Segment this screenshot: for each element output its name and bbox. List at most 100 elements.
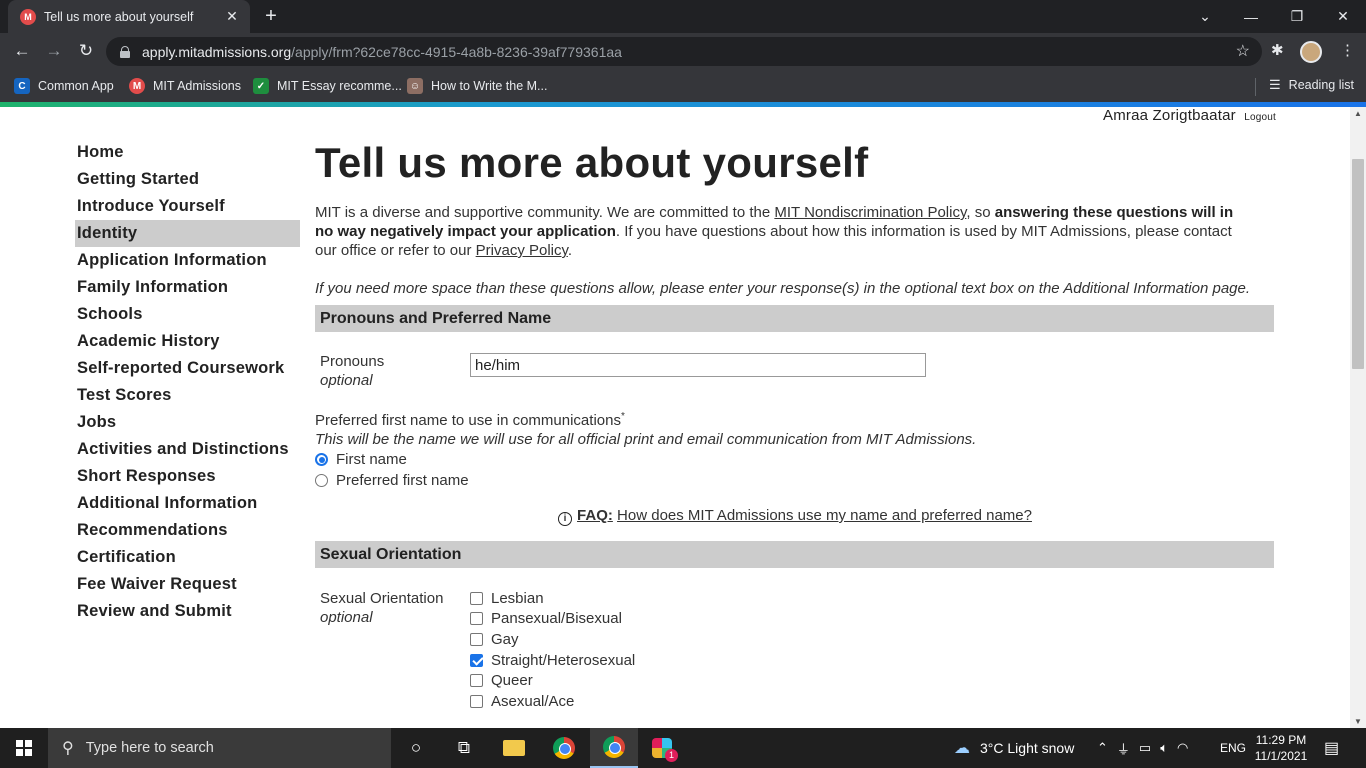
commonapp-icon: C <box>14 78 30 94</box>
file-explorer-icon[interactable] <box>490 728 538 768</box>
back-button[interactable]: ← <box>10 39 34 63</box>
radio-label: Preferred first name <box>336 472 469 489</box>
sidebar-item-review-submit[interactable]: Review and Submit <box>75 598 300 625</box>
checkbox[interactable] <box>470 591 483 605</box>
notification-center-icon[interactable]: ▤ <box>1324 728 1339 768</box>
bookmark-common-app[interactable]: C Common App <box>14 77 114 95</box>
sidebar-item-fee-waiver[interactable]: Fee Waiver Request <box>75 571 300 598</box>
privacy-policy-link[interactable]: Privacy Policy <box>476 242 568 259</box>
checkbox-checked[interactable] <box>470 653 483 667</box>
close-window-button[interactable]: ✕ <box>1320 0 1366 33</box>
optional-hint: optional <box>320 609 373 626</box>
bookmark-mit-essay[interactable]: ✓ MIT Essay recomme... <box>253 77 402 95</box>
extensions-icon[interactable]: ✱ <box>1271 41 1284 59</box>
language-indicator[interactable]: ENG <box>1220 728 1246 768</box>
address-bar[interactable]: apply.mitadmissions.org /apply/frm?62ce7… <box>106 37 1262 66</box>
radio-preferred-first-name[interactable]: Preferred first name <box>315 470 1275 491</box>
page-scrollbar[interactable]: ▲ ▼ <box>1350 107 1366 728</box>
nondiscrimination-policy-link[interactable]: MIT Nondiscrimination Policy <box>774 204 966 221</box>
sidebar-item-jobs[interactable]: Jobs <box>75 409 300 436</box>
intro-text: MIT is a diverse and supportive communit… <box>315 204 775 221</box>
sidebar-item-activities[interactable]: Activities and Distinctions <box>75 436 300 463</box>
bookmark-how-to-write[interactable]: ☺ How to Write the M... <box>407 77 547 95</box>
pronouns-input[interactable] <box>470 353 926 377</box>
checkbox-pansexual-bisexual[interactable]: Pansexual/Bisexual <box>470 609 635 630</box>
preferred-name-label: Preferred first name to use in communica… <box>315 407 1275 430</box>
chrome-profile-icon[interactable] <box>590 728 638 768</box>
pronouns-label: Pronouns optional <box>320 352 384 390</box>
sidebar-item-certification[interactable]: Certification <box>75 544 300 571</box>
radio-label: First name <box>336 451 407 468</box>
sidebar-item-self-reported-coursework[interactable]: Self-reported Coursework <box>75 355 300 382</box>
reading-list-icon: ☰ <box>1269 77 1281 92</box>
usb-icon[interactable]: ⏚ <box>1117 739 1130 758</box>
sidebar-item-additional-information[interactable]: Additional Information <box>75 490 300 517</box>
notification-badge: 1 <box>665 749 678 762</box>
profile-avatar[interactable] <box>1300 41 1322 63</box>
task-view-icon[interactable]: ⧉ <box>440 728 488 768</box>
orientation-label: Sexual Orientation optional <box>320 589 443 627</box>
menu-icon[interactable]: ⋮ <box>1340 41 1355 59</box>
scroll-up-icon[interactable]: ▲ <box>1354 109 1362 118</box>
checkbox[interactable] <box>470 612 483 626</box>
sidebar-item-introduce-yourself[interactable]: Introduce Yourself <box>75 193 300 220</box>
page-body: Amraa Zorigtbaatar Logout Home Getting S… <box>0 107 1350 728</box>
radio-button[interactable] <box>315 474 328 487</box>
sidebar-item-test-scores[interactable]: Test Scores <box>75 382 300 409</box>
browser-tab[interactable]: M Tell us more about yourself ✕ <box>8 0 250 33</box>
cortana-icon[interactable]: ○ <box>392 728 440 768</box>
slack-icon[interactable]: 1 <box>638 728 686 768</box>
close-tab-icon[interactable]: ✕ <box>224 8 240 24</box>
system-tray-icons[interactable]: ⌃ ⏚ ▭ 🔈︎ ◠ <box>1097 728 1197 768</box>
restore-button[interactable]: ❐ <box>1274 0 1320 33</box>
reload-button[interactable]: ↻ <box>74 39 98 63</box>
bookmark-mit-admissions[interactable]: M MIT Admissions <box>129 77 241 95</box>
scroll-down-icon[interactable]: ▼ <box>1354 717 1362 726</box>
checkbox-label: Gay <box>491 630 519 648</box>
main-content: Tell us more about yourself MIT is a div… <box>315 137 1275 728</box>
checkbox[interactable] <box>470 694 483 708</box>
system-clock[interactable]: 11:29 PM 11/1/2021 <box>1250 732 1312 764</box>
checkbox-straight[interactable]: Straight/Heterosexual <box>470 650 635 671</box>
minimize-button[interactable]: — <box>1228 0 1274 33</box>
checkbox-queer[interactable]: Queer <box>470 670 635 691</box>
checkbox-gay[interactable]: Gay <box>470 629 635 650</box>
search-placeholder: Type here to search <box>85 740 214 756</box>
sidebar-item-family-information[interactable]: Family Information <box>75 274 300 301</box>
checkbox-lesbian[interactable]: Lesbian <box>470 588 635 609</box>
chevron-up-icon[interactable]: ⌃ <box>1097 740 1108 756</box>
checkbox[interactable] <box>470 674 483 688</box>
checkbox[interactable] <box>470 632 483 646</box>
required-mark: * <box>620 411 625 422</box>
sidebar-item-home[interactable]: Home <box>75 139 300 166</box>
wifi-icon[interactable]: ◠ <box>1177 740 1188 756</box>
sidebar-item-getting-started[interactable]: Getting Started <box>75 166 300 193</box>
start-button[interactable] <box>0 728 48 768</box>
sidebar-item-recommendations[interactable]: Recommendations <box>75 517 300 544</box>
weather-widget[interactable]: ☁ 3°C Light snow <box>954 728 1074 768</box>
logout-link[interactable]: Logout <box>1244 112 1276 123</box>
bookmark-label: MIT Admissions <box>153 79 241 93</box>
radio-first-name[interactable]: First name <box>315 449 1275 470</box>
tab-search-icon[interactable]: ⌄ <box>1182 0 1228 33</box>
sidebar-item-academic-history[interactable]: Academic History <box>75 328 300 355</box>
scroll-thumb[interactable] <box>1352 159 1364 369</box>
taskbar-search[interactable]: ⚲ Type here to search <box>48 728 391 768</box>
new-tab-button[interactable]: + <box>260 5 282 27</box>
reading-list-button[interactable]: ☰ Reading list <box>1269 77 1354 93</box>
chrome-icon[interactable] <box>540 728 588 768</box>
sidebar-item-identity[interactable]: Identity <box>75 220 300 247</box>
sidebar-item-short-responses[interactable]: Short Responses <box>75 463 300 490</box>
radio-button-selected[interactable] <box>315 453 328 466</box>
optional-hint: optional <box>320 372 373 389</box>
faq-label-link[interactable]: FAQ: <box>577 507 613 524</box>
checkbox-asexual[interactable]: Asexual/Ace <box>470 691 635 712</box>
sidebar-item-application-information[interactable]: Application Information <box>75 247 300 274</box>
sidebar-item-schools[interactable]: Schools <box>75 301 300 328</box>
faq-link[interactable]: How does MIT Admissions use my name and … <box>617 507 1032 524</box>
mit-favicon-icon: M <box>20 8 36 25</box>
battery-icon[interactable]: ▭ <box>1139 740 1151 756</box>
forward-button[interactable]: → <box>42 39 66 63</box>
bookmark-star-icon[interactable]: ☆ <box>1236 41 1250 61</box>
volume-icon[interactable]: 🔈︎ <box>1160 740 1168 756</box>
